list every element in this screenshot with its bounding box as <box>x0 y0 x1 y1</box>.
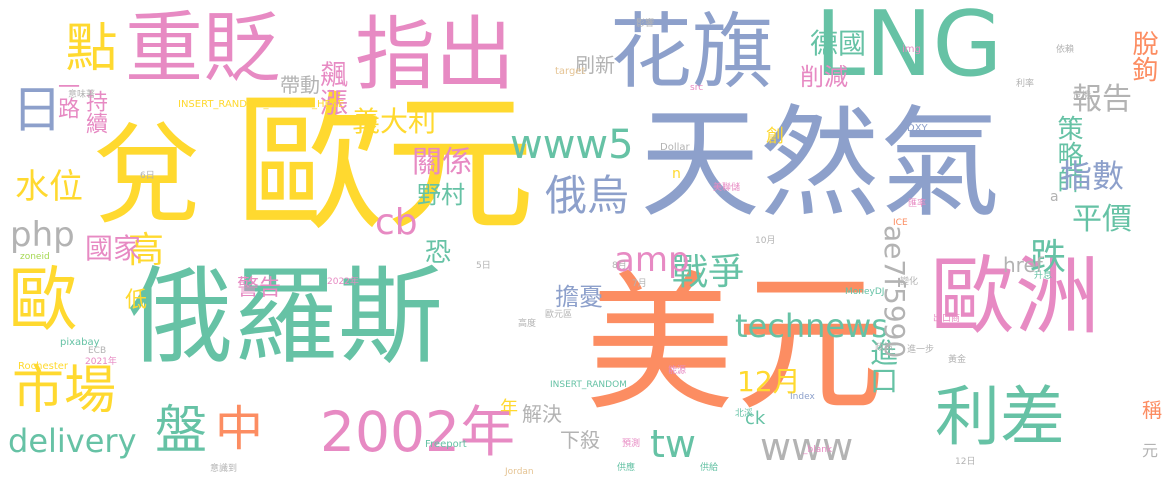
cloud-word: zoneid <box>20 252 50 262</box>
cloud-word: 俄羅斯 <box>128 256 444 378</box>
cloud-word: php <box>10 215 75 255</box>
cloud-word: 政策 <box>875 343 894 353</box>
cloud-word: ECB <box>88 346 107 356</box>
cloud-word: delivery <box>8 422 137 460</box>
cloud-word: INSERT_RANDOM <box>550 380 627 390</box>
cloud-word: 稱 <box>1142 398 1162 422</box>
cloud-word: 俄烏 <box>545 171 630 220</box>
cloud-word: 供應 <box>617 463 636 473</box>
cloud-word: INSERT_RANDOM_NUMBER_HERE <box>178 99 345 110</box>
cloud-word: 平價 <box>1072 202 1132 237</box>
cloud-word: 天然氣 <box>640 95 1000 234</box>
cloud-word: 削減 <box>800 63 848 91</box>
cloud-word: Jordan <box>505 467 534 477</box>
cloud-word: 利率 <box>1016 79 1035 89</box>
cloud-word: img <box>902 44 921 55</box>
cloud-word: 脫鉤 <box>1128 30 1158 82</box>
cloud-word: 義大利 <box>352 105 437 138</box>
cloud-word: cb <box>375 202 418 243</box>
cloud-word: 8月 <box>612 261 627 271</box>
cloud-word: 恐 <box>425 238 452 268</box>
cloud-word: 意味著 <box>68 90 96 100</box>
cloud-word: src <box>690 83 704 93</box>
cloud-word: 2021年 <box>85 357 117 367</box>
cloud-word: 國家 <box>85 232 142 265</box>
cloud-word: MoneyDJ <box>845 287 885 297</box>
cloud-word: 美聯儲 <box>713 183 741 193</box>
cloud-word: 關係 <box>412 145 472 180</box>
cloud-word: 進一步 <box>907 345 935 355</box>
cloud-word: 依賴 <box>1056 45 1075 55</box>
cloud-word: 解決 <box>522 402 562 426</box>
cloud-word: 升息 <box>1034 271 1053 281</box>
cloud-word: 指出 <box>355 8 515 101</box>
cloud-word: 5日 <box>476 261 491 271</box>
cloud-word: 2022年 <box>327 277 359 287</box>
cloud-word: 指數 <box>1060 157 1125 195</box>
cloud-word: 年 <box>500 398 518 419</box>
cloud-word: 黃金 <box>948 355 967 365</box>
cloud-word: a <box>1050 189 1059 205</box>
cloud-word: 12日 <box>955 457 976 467</box>
cloud-word: 高度 <box>518 319 537 329</box>
cloud-word: 警告 <box>237 276 282 301</box>
cloud-word: 帶動 <box>280 73 320 97</box>
cloud-word: 匯率 <box>908 199 927 209</box>
cloud-word: 供給 <box>700 463 719 473</box>
cloud-word: 7月 <box>632 279 647 289</box>
cloud-word: 2002年 <box>320 400 515 464</box>
cloud-word: 10月 <box>755 236 776 246</box>
cloud-word: n <box>672 166 681 182</box>
cloud-word: 創 <box>766 126 784 147</box>
cloud-word: Dollar <box>660 142 690 153</box>
cloud-word: 盤 <box>155 401 208 461</box>
cloud-word: amp <box>614 240 690 280</box>
cloud-word: 水位 <box>15 167 83 207</box>
cloud-word: 擔憂 <box>555 283 603 311</box>
cloud-word: 變化 <box>900 277 919 287</box>
cloud-word: DXY <box>907 123 928 134</box>
cloud-word: 意識到 <box>210 464 238 474</box>
cloud-word: 重貶 <box>125 4 282 94</box>
cloud-word: target <box>555 66 586 77</box>
cloud-word: 點 <box>56 20 116 72</box>
cloud-word: 利差 <box>935 380 1066 455</box>
word-cloud: 歐元 美元 天然氣 俄羅斯 LNG 花旗兌指出 重貶 歐洲 利差歐市場 2002年點盤中 www5 t… <box>0 0 1175 482</box>
cloud-word: 花旗 <box>610 5 775 100</box>
cloud-word: 中 <box>215 401 264 457</box>
cloud-word: tw <box>650 422 696 466</box>
cloud-word: 德國 <box>810 27 867 60</box>
cloud-word: 低 <box>125 288 148 313</box>
cloud-word: 市場 <box>12 361 117 421</box>
cloud-word: 6日 <box>140 171 155 181</box>
cloud-word: 危機 <box>1073 91 1092 101</box>
cloud-word: 元 <box>1142 441 1159 460</box>
cloud-word: 預測 <box>622 439 641 449</box>
cloud-word: 歐 <box>8 259 78 341</box>
cloud-word: Index <box>790 392 815 402</box>
cloud-word: 出口商 <box>933 314 961 324</box>
cloud-word: www5 <box>510 122 634 168</box>
cloud-word: _blank <box>803 445 833 455</box>
cloud-word: 下殺 <box>560 428 600 452</box>
cloud-word: Rochester <box>18 361 68 372</box>
cloud-word: 能源 <box>668 366 687 376</box>
cloud-word: 野村 <box>417 181 465 209</box>
cloud-word: 影響 <box>636 19 655 29</box>
cloud-word: Freeport <box>425 439 467 450</box>
cloud-word: 歐元區 <box>545 310 573 320</box>
cloud-word: ICE <box>893 218 908 228</box>
cloud-word: technews <box>735 307 888 345</box>
cloud-word: 北溪 <box>735 409 754 419</box>
